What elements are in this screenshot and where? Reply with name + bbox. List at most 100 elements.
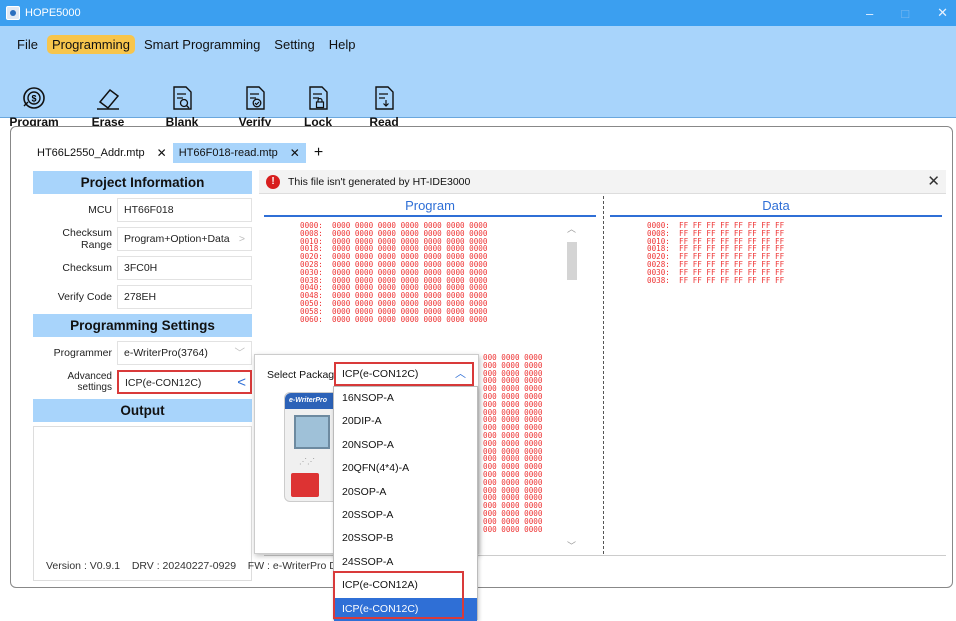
notice-bar: ! This file isn't generated by HT-IDE300… bbox=[259, 170, 946, 194]
verify-code-label: Verify Code bbox=[57, 291, 112, 303]
version-text: Version : V0.9.1 bbox=[46, 560, 121, 572]
lock-icon bbox=[309, 86, 328, 110]
device-lcd bbox=[294, 415, 330, 449]
program-hex-view: 0000: 0000 0000 0000 0000 0000 0000 0000… bbox=[300, 222, 487, 323]
tab-ht66l2550[interactable]: HT66L2550_Addr.mtp ✕ bbox=[31, 143, 173, 163]
advanced-settings-label: Advanced settings bbox=[67, 371, 112, 393]
scroll-down-icon[interactable]: ﹀ bbox=[567, 539, 576, 552]
program-hex-line: 0060: 0000 0000 0000 0000 0000 0000 0000 bbox=[300, 314, 488, 324]
program-hex-line: 000 0000 0000 bbox=[483, 524, 543, 534]
maximize-button[interactable]: □ bbox=[901, 6, 909, 21]
tab-label: HT66F018-read.mtp bbox=[178, 147, 278, 159]
add-tab-button[interactable]: + bbox=[314, 144, 323, 162]
menu-setting[interactable]: Setting bbox=[269, 35, 319, 54]
program-hex-view-tail: 000 0000 0000 000 0000 0000 000 0000 0000 0… bbox=[483, 354, 542, 533]
project-information-header: Project Information bbox=[33, 171, 252, 194]
error-icon: ! bbox=[266, 174, 280, 189]
file-tabs: HT66L2550_Addr.mtp ✕ HT66F018-read.mtp ✕… bbox=[31, 143, 323, 163]
read-icon bbox=[375, 86, 394, 110]
data-hex-line: 0038: FF FF FF FF FF FF FF FF bbox=[647, 275, 785, 285]
drv-text: DRV : 20240227-0929 bbox=[131, 560, 237, 572]
menu-help[interactable]: Help bbox=[324, 35, 361, 54]
output-area bbox=[33, 426, 252, 581]
ribbon: File Programming Smart Programming Setti… bbox=[0, 26, 956, 143]
advanced-settings-value: ICP(e-CON12C) bbox=[125, 377, 202, 389]
checksum-range-value: Program+Option+Data bbox=[124, 233, 230, 245]
data-hex-view: 0000: FF FF FF FF FF FF FF FF 0008: FF FF… bbox=[647, 222, 784, 284]
programmer-select[interactable]: e-WriterPro(3764) ﹀ bbox=[117, 341, 252, 365]
menu-bar: File Programming Smart Programming Setti… bbox=[12, 35, 361, 54]
programming-settings-header: Programming Settings bbox=[33, 314, 252, 337]
app-icon bbox=[6, 6, 20, 20]
close-tab-icon[interactable]: ✕ bbox=[290, 146, 300, 160]
eraser-icon bbox=[97, 88, 120, 110]
lock-button[interactable]: Lock bbox=[301, 84, 335, 129]
left-panel: Project Information MCU HT66F018 Checksu… bbox=[33, 171, 252, 581]
menu-file[interactable]: File bbox=[12, 35, 43, 54]
mcu-row: MCU HT66F018 bbox=[33, 197, 252, 223]
checksum-value: 3FC0H bbox=[117, 256, 252, 280]
checksum-range-row: Checksum Range Program+Option+Data > bbox=[33, 226, 252, 252]
advanced-settings-row: Advanced settings ICP(e-CON12C) < bbox=[33, 369, 252, 395]
mcu-value: HT66F018 bbox=[117, 198, 252, 222]
package-option[interactable]: 20DIP-A bbox=[334, 410, 477, 433]
checksum-range-label: Checksum Range bbox=[62, 227, 112, 251]
verify-icon bbox=[246, 86, 265, 110]
close-notice-button[interactable]: ✕ bbox=[927, 172, 940, 190]
checksum-label: Checksum bbox=[62, 262, 112, 274]
close-window-button[interactable]: ✕ bbox=[937, 5, 948, 21]
package-option[interactable]: 20NSOP-A bbox=[334, 434, 477, 457]
mcu-label: MCU bbox=[88, 204, 112, 216]
chevron-left-icon: < bbox=[237, 374, 246, 391]
program-button[interactable]: $ Program bbox=[8, 84, 60, 129]
read-button[interactable]: Read bbox=[367, 84, 401, 129]
title-bar: HOPE5000 – □ ✕ bbox=[0, 0, 956, 26]
menu-smart-programming[interactable]: Smart Programming bbox=[139, 35, 265, 54]
package-dropdown-list: 16NSOP-A 20DIP-A 20NSOP-A 20QFN(4*4)-A 20SOP… bbox=[333, 386, 478, 621]
package-option[interactable]: ICP(e-CON12A) bbox=[334, 574, 477, 597]
e-writerpro-device-image: e-WriterPro ⋰⋰ bbox=[284, 392, 341, 502]
window-title: HOPE5000 bbox=[25, 7, 81, 19]
tab-ht66f018[interactable]: HT66F018-read.mtp ✕ bbox=[172, 143, 306, 163]
output-header: Output bbox=[33, 399, 252, 422]
package-option[interactable]: 24SSOP-A bbox=[334, 551, 477, 574]
verify-code-row: Verify Code 278EH bbox=[33, 284, 252, 310]
package-option[interactable]: 20SSOP-A bbox=[334, 504, 477, 527]
checksum-range-select[interactable]: Program+Option+Data > bbox=[117, 227, 252, 251]
menu-programming[interactable]: Programming bbox=[46, 35, 135, 54]
advanced-settings-select[interactable]: ICP(e-CON12C) < bbox=[117, 370, 252, 394]
svg-text:$: $ bbox=[31, 94, 36, 104]
package-option[interactable]: 20SOP-A bbox=[334, 481, 477, 504]
tab-label: HT66L2550_Addr.mtp bbox=[37, 147, 145, 159]
section-divider bbox=[603, 196, 604, 554]
package-option[interactable]: 16NSOP-A bbox=[334, 387, 477, 410]
select-package-label: Select Package bbox=[267, 369, 340, 381]
close-tab-icon[interactable]: ✕ bbox=[157, 146, 167, 160]
programmer-row: Programmer e-WriterPro(3764) ﹀ bbox=[33, 340, 252, 366]
scroll-up-icon[interactable]: ︿ bbox=[567, 222, 576, 235]
data-header: Data bbox=[610, 198, 942, 217]
device-dots: ⋰⋰ bbox=[299, 457, 315, 466]
checksum-row: Checksum 3FC0H bbox=[33, 255, 252, 281]
package-option[interactable]: ICP(e-CON12C) bbox=[334, 597, 477, 621]
programmer-value: e-WriterPro(3764) bbox=[124, 347, 208, 359]
package-option[interactable]: 20QFN(4*4)-A bbox=[334, 457, 477, 480]
program-header: Program bbox=[264, 198, 596, 217]
package-option[interactable]: 20SSOP-B bbox=[334, 527, 477, 550]
program-scrollbar[interactable]: ︿ ﹀ bbox=[565, 222, 579, 552]
notice-message: This file isn't generated by HT-IDE3000 bbox=[288, 175, 471, 188]
verify-button[interactable]: Verify bbox=[233, 84, 277, 129]
verify-code-value: 278EH bbox=[117, 285, 252, 309]
erase-button[interactable]: Erase bbox=[86, 84, 130, 129]
scrollbar-thumb[interactable] bbox=[567, 242, 577, 280]
chevron-right-icon: > bbox=[238, 233, 245, 245]
status-bar: Version : V0.9.1 DRV : 20240227-0929 FW … bbox=[46, 560, 349, 572]
programmer-label: Programmer bbox=[53, 347, 112, 359]
chevron-up-icon: ︿ bbox=[455, 368, 466, 380]
window-controls: – □ ✕ bbox=[866, 0, 948, 26]
package-select[interactable]: ICP(e-CON12C) ︿ bbox=[334, 362, 474, 386]
device-button bbox=[291, 473, 319, 497]
program-icon: $ bbox=[23, 87, 45, 109]
blank-check-icon bbox=[173, 86, 192, 110]
minimize-button[interactable]: – bbox=[866, 6, 873, 21]
